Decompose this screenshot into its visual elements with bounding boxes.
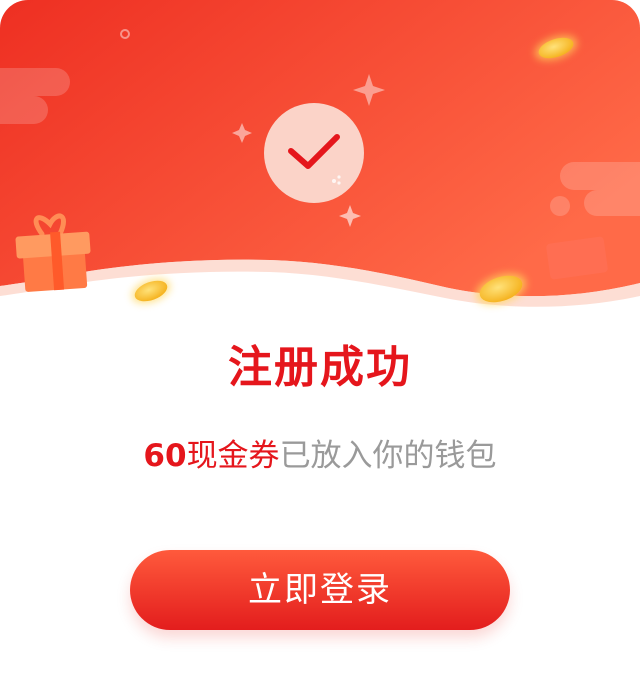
header-banner	[0, 0, 640, 320]
check-icon	[288, 134, 341, 185]
reward-amount: 60	[143, 438, 187, 474]
reward-message: 60现金券已放入你的钱包	[0, 432, 640, 480]
login-now-button[interactable]: 立即登录	[130, 550, 510, 630]
coin-icon	[131, 278, 171, 304]
dialog-title: 注册成功	[228, 342, 412, 393]
reward-message-rest: 已放入你的钱包	[279, 438, 497, 474]
success-badge	[264, 103, 364, 203]
login-now-label: 立即登录	[248, 570, 392, 610]
registration-success-dialog: 注册成功 60现金券已放入你的钱包 立即登录	[0, 0, 640, 680]
reward-type: 现金券	[186, 438, 280, 474]
